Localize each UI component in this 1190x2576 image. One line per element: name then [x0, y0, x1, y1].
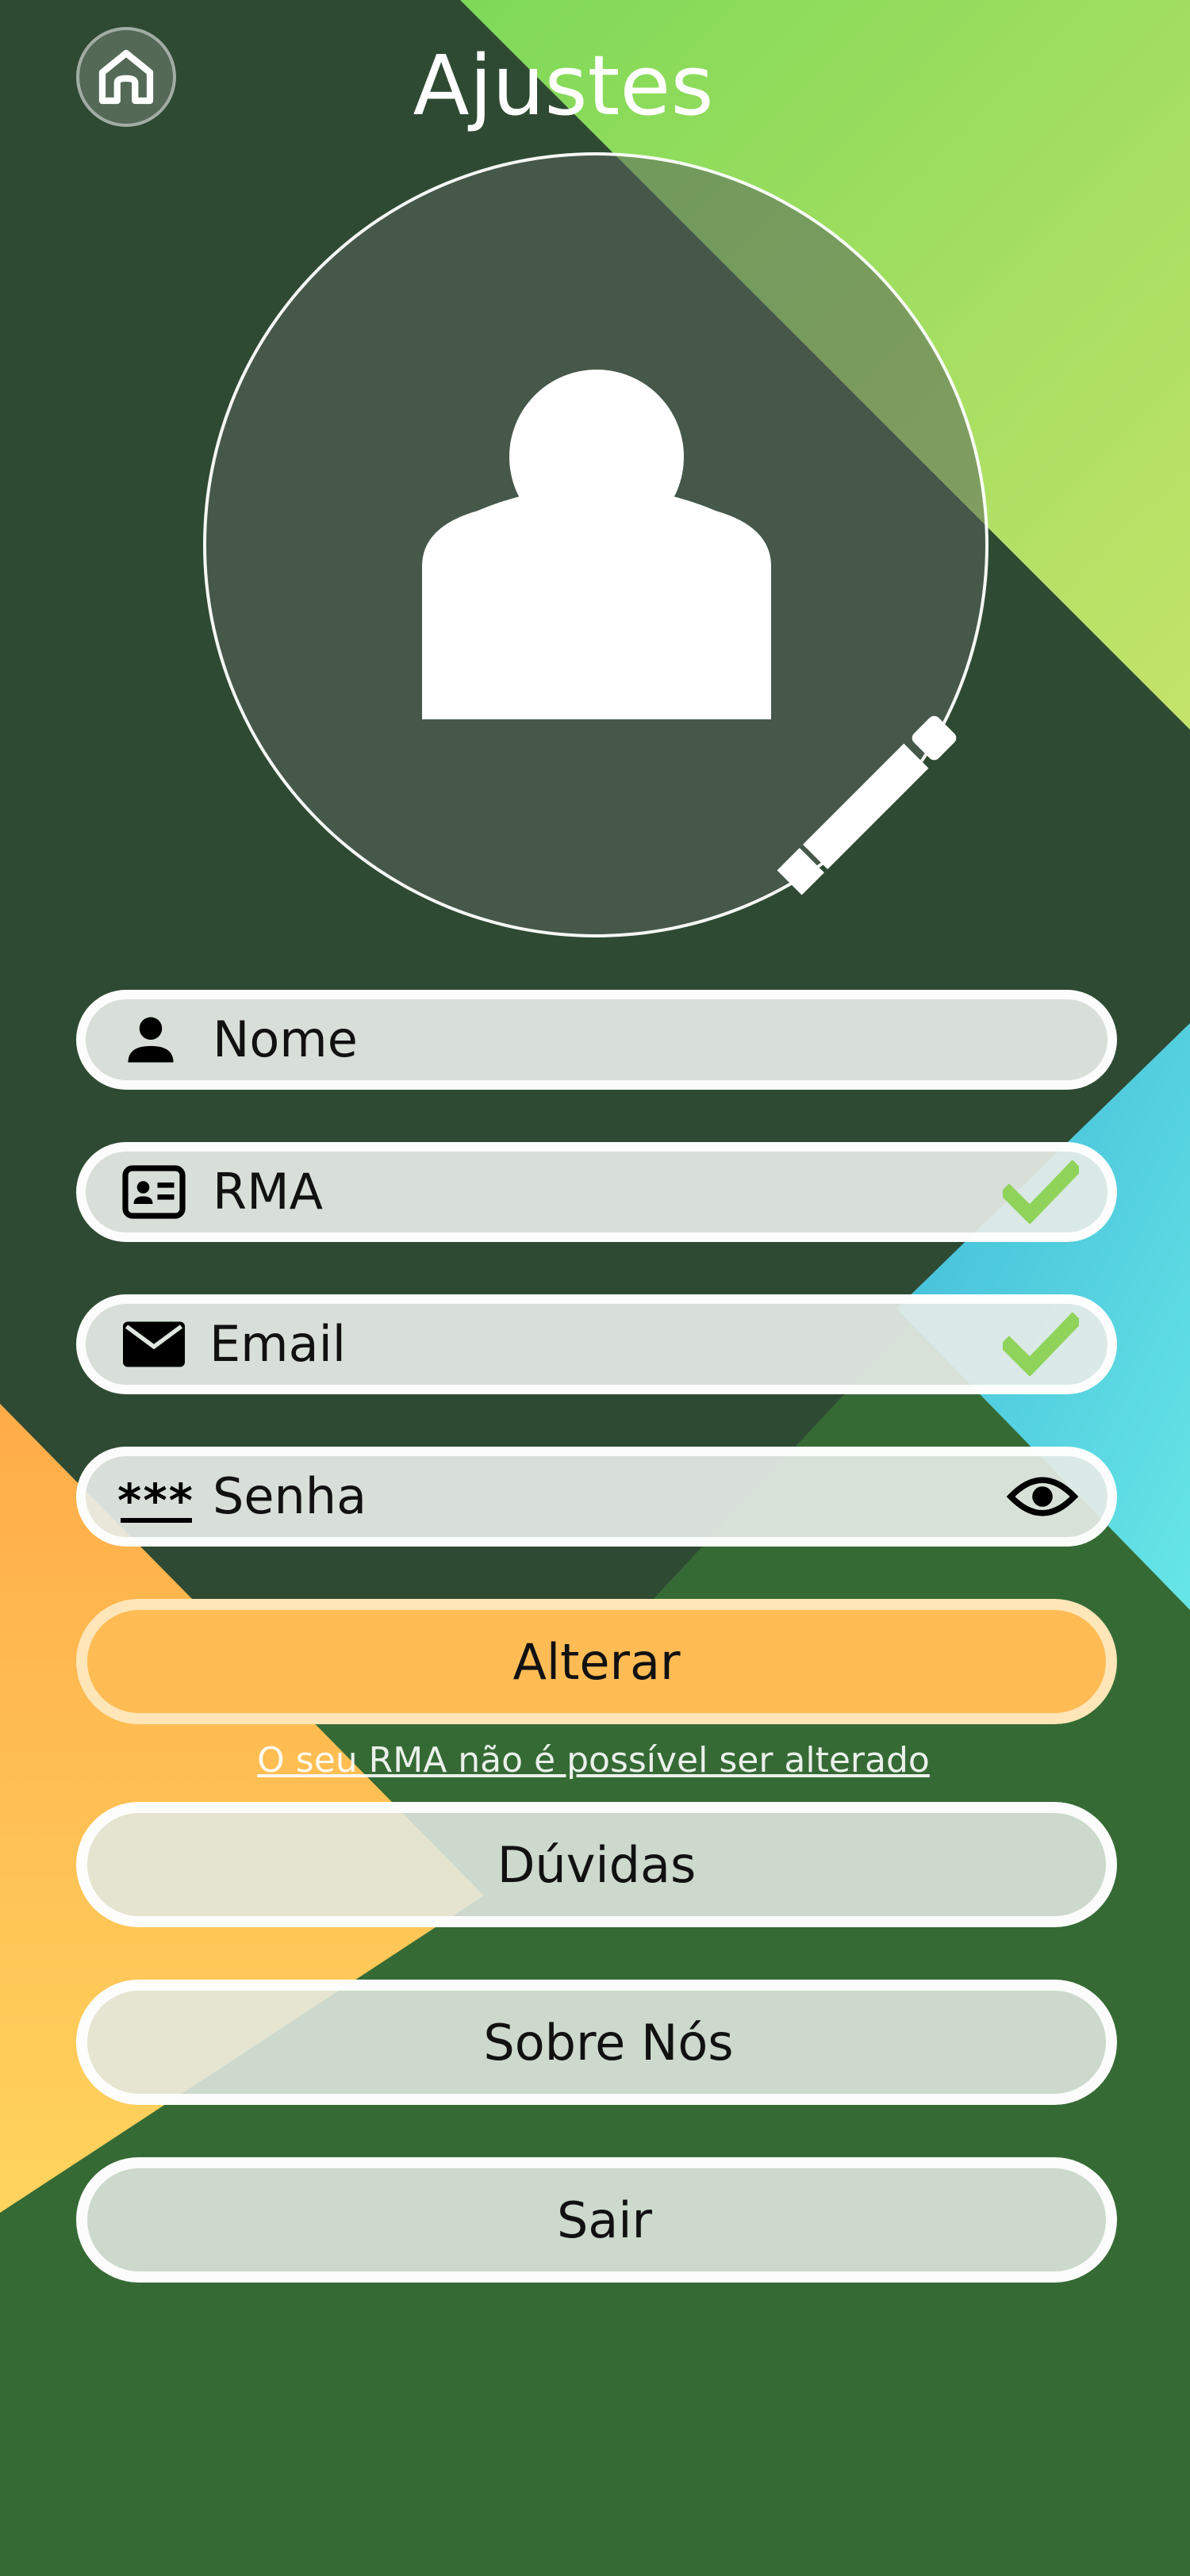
email-field-label: Email [209, 1315, 347, 1373]
about-us-button-label: Sobre Nós [483, 2013, 734, 2072]
person-icon [121, 1010, 181, 1070]
envelope-icon [121, 1319, 187, 1370]
rma-field[interactable]: RMA [76, 1142, 1117, 1242]
password-field-label: Senha [213, 1467, 367, 1525]
email-field[interactable]: Email [76, 1294, 1117, 1394]
rma-note-link[interactable]: O seu RMA não é possível ser alterado [0, 1740, 1187, 1781]
pencil-icon[interactable] [763, 711, 962, 909]
page-title: Ajustes [413, 37, 714, 134]
faq-button[interactable]: Dúvidas [76, 1802, 1117, 1927]
name-field[interactable]: Nome [76, 990, 1117, 1090]
faq-button-label: Dúvidas [497, 1835, 697, 1894]
password-icon: *** [117, 1470, 194, 1528]
rma-field-label: RMA [213, 1163, 323, 1221]
person-icon [422, 370, 771, 719]
eye-icon[interactable] [1006, 1471, 1079, 1522]
password-mask: *** [117, 1474, 194, 1528]
change-button[interactable]: Alterar [76, 1599, 1117, 1724]
logout-button[interactable]: Sair [76, 2157, 1117, 2283]
about-us-button[interactable]: Sobre Nós [76, 1980, 1117, 2105]
checkmark-icon [1003, 1313, 1079, 1376]
change-button-label: Alterar [512, 1632, 681, 1691]
logout-button-label: Sair [556, 2191, 653, 2249]
checkmark-icon [1003, 1160, 1079, 1224]
id-card-icon [121, 1162, 187, 1222]
name-field-label: Nome [213, 1010, 358, 1068]
password-field[interactable]: *** Senha [76, 1447, 1117, 1547]
